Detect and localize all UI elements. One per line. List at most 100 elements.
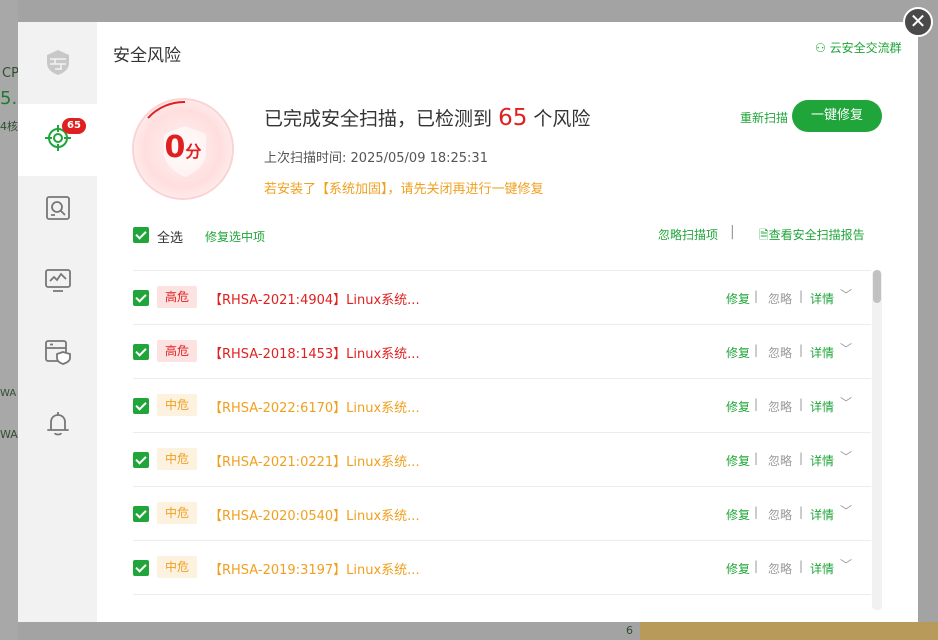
fix-button[interactable]: 修复: [726, 344, 750, 361]
risk-level-badge: 中危: [157, 556, 198, 578]
fix-button[interactable]: 修复: [726, 452, 750, 469]
background-text: 6: [626, 624, 633, 637]
headline-prefix: 已完成安全扫描，已检测到: [264, 108, 493, 130]
select-all-checkbox[interactable]: [133, 227, 149, 243]
action-separator: |: [799, 559, 804, 573]
background-text: 4核: [0, 120, 18, 133]
community-link[interactable]: ⚇ 云安全交流群: [815, 39, 902, 56]
table-row: 高危 【RHSA-2018:1453】Linux系统... 修复 | 忽略 | …: [133, 325, 871, 379]
detail-button[interactable]: 详情: [810, 506, 834, 523]
sidebar-item-firewall[interactable]: [18, 28, 97, 100]
bell-icon: [44, 410, 72, 442]
view-report-button[interactable]: 🗎查看安全扫描报告: [759, 226, 865, 247]
detail-button[interactable]: 详情: [810, 344, 834, 361]
risk-name[interactable]: 【RHSA-2021:4904】Linux系统...: [209, 289, 420, 308]
close-icon[interactable]: ✕: [903, 7, 933, 37]
sidebar-item-monitor[interactable]: [18, 246, 97, 318]
ignore-button[interactable]: 忽略: [768, 506, 792, 523]
select-all-label: 全选: [157, 231, 184, 246]
sidebar-item-file-scan[interactable]: [18, 174, 97, 246]
risk-level-badge: 高危: [157, 340, 198, 362]
last-scan-time: 上次扫描时间: 2025/05/09 18:25:31: [264, 147, 488, 166]
chevron-down-icon[interactable]: ﹀: [840, 448, 852, 465]
fix-selected-button[interactable]: 修复选中项: [205, 228, 265, 245]
row-checkbox[interactable]: [133, 506, 149, 522]
ignore-button[interactable]: 忽略: [768, 398, 792, 415]
risk-count-badge: 65: [62, 118, 86, 134]
action-separator: |: [799, 289, 804, 303]
action-separator: |: [754, 559, 759, 573]
action-separator: |: [754, 289, 759, 303]
action-separator: |: [754, 343, 759, 357]
row-checkbox[interactable]: [133, 290, 149, 306]
chevron-down-icon[interactable]: ﹀: [840, 286, 852, 303]
security-score-ring: 0分: [132, 98, 234, 200]
detail-button[interactable]: 详情: [810, 452, 834, 469]
row-checkbox[interactable]: [133, 452, 149, 468]
risk-name[interactable]: 【RHSA-2021:0221】Linux系统...: [209, 451, 420, 470]
community-link-label: 云安全交流群: [829, 41, 902, 55]
detail-button[interactable]: 详情: [810, 560, 834, 577]
fix-button[interactable]: 修复: [726, 398, 750, 415]
chevron-down-icon[interactable]: ﹀: [840, 340, 852, 357]
background-text: CP: [2, 66, 19, 81]
action-separator: |: [799, 343, 804, 357]
risk-name[interactable]: 【RHSA-2019:3197】Linux系统...: [209, 559, 420, 578]
table-row: 中危 【RHSA-2021:0221】Linux系统... 修复 | 忽略 | …: [133, 433, 871, 487]
row-checkbox[interactable]: [133, 344, 149, 360]
risk-name[interactable]: 【RHSA-2020:0540】Linux系统...: [209, 505, 420, 524]
ignore-button[interactable]: 忽略: [768, 290, 792, 307]
ignore-scan-items-button[interactable]: 忽略扫描项: [658, 226, 718, 243]
risk-name[interactable]: 【RHSA-2018:1453】Linux系统...: [209, 343, 420, 362]
users-icon: ⚇: [815, 41, 826, 55]
action-separator: |: [754, 451, 759, 465]
report-icon: 🗎: [759, 228, 769, 242]
list-scrollbar[interactable]: [872, 270, 882, 610]
scan-headline: 已完成安全扫描，已检测到 65 个风险: [264, 104, 590, 131]
dialog-title: 安全风险: [113, 46, 181, 66]
sidebar-item-alerts[interactable]: [18, 390, 97, 462]
ignore-button[interactable]: 忽略: [768, 344, 792, 361]
sidebar: 65: [18, 22, 97, 622]
score-value: 0分: [134, 130, 232, 165]
detail-button[interactable]: 详情: [810, 398, 834, 415]
toolbar-separator: |: [730, 224, 735, 240]
risk-level-badge: 高危: [157, 286, 198, 308]
last-scan-value: 2025/05/09 18:25:31: [350, 151, 488, 166]
risk-level-badge: 中危: [157, 502, 198, 524]
shield-brick-icon: [44, 48, 72, 80]
scrollbar-thumb[interactable]: [873, 270, 881, 303]
risk-list: 高危 【RHSA-2021:4904】Linux系统... 修复 | 忽略 | …: [133, 270, 871, 610]
security-risk-dialog: 65 安全风险 ⚇ 云安全交流群 0分 已完成安全扫描，已检测到 65 个风险 …: [18, 22, 918, 622]
risk-count: 65: [498, 105, 528, 131]
risk-name[interactable]: 【RHSA-2022:6170】Linux系统...: [209, 397, 420, 416]
background-text: WA: [0, 388, 17, 399]
score-number: 0: [164, 130, 186, 165]
server-shield-icon: [44, 338, 72, 370]
sidebar-item-risk-scan[interactable]: 65: [18, 104, 97, 176]
row-checkbox[interactable]: [133, 560, 149, 576]
fix-button[interactable]: 修复: [726, 560, 750, 577]
ignore-button[interactable]: 忽略: [768, 560, 792, 577]
fix-button[interactable]: 修复: [726, 290, 750, 307]
action-separator: |: [799, 397, 804, 411]
chevron-down-icon[interactable]: ﹀: [840, 502, 852, 519]
action-separator: |: [799, 505, 804, 519]
view-report-label: 查看安全扫描报告: [768, 228, 865, 242]
headline-suffix: 个风险: [533, 108, 591, 130]
chevron-down-icon[interactable]: ﹀: [840, 394, 852, 411]
fix-button[interactable]: 修复: [726, 506, 750, 523]
chevron-down-icon[interactable]: ﹀: [840, 556, 852, 573]
risk-level-badge: 中危: [157, 394, 198, 416]
background-text: WA: [0, 428, 18, 441]
background-bar: [640, 622, 938, 640]
detail-button[interactable]: 详情: [810, 290, 834, 307]
ignore-button[interactable]: 忽略: [768, 452, 792, 469]
table-row: 中危 【RHSA-2019:3197】Linux系统... 修复 | 忽略 | …: [133, 541, 871, 595]
last-scan-label: 上次扫描时间:: [264, 151, 347, 166]
rescan-button[interactable]: 重新扫描: [740, 109, 788, 126]
fix-all-button[interactable]: 一键修复: [792, 100, 882, 132]
action-separator: |: [799, 451, 804, 465]
sidebar-item-server-security[interactable]: [18, 318, 97, 390]
row-checkbox[interactable]: [133, 398, 149, 414]
